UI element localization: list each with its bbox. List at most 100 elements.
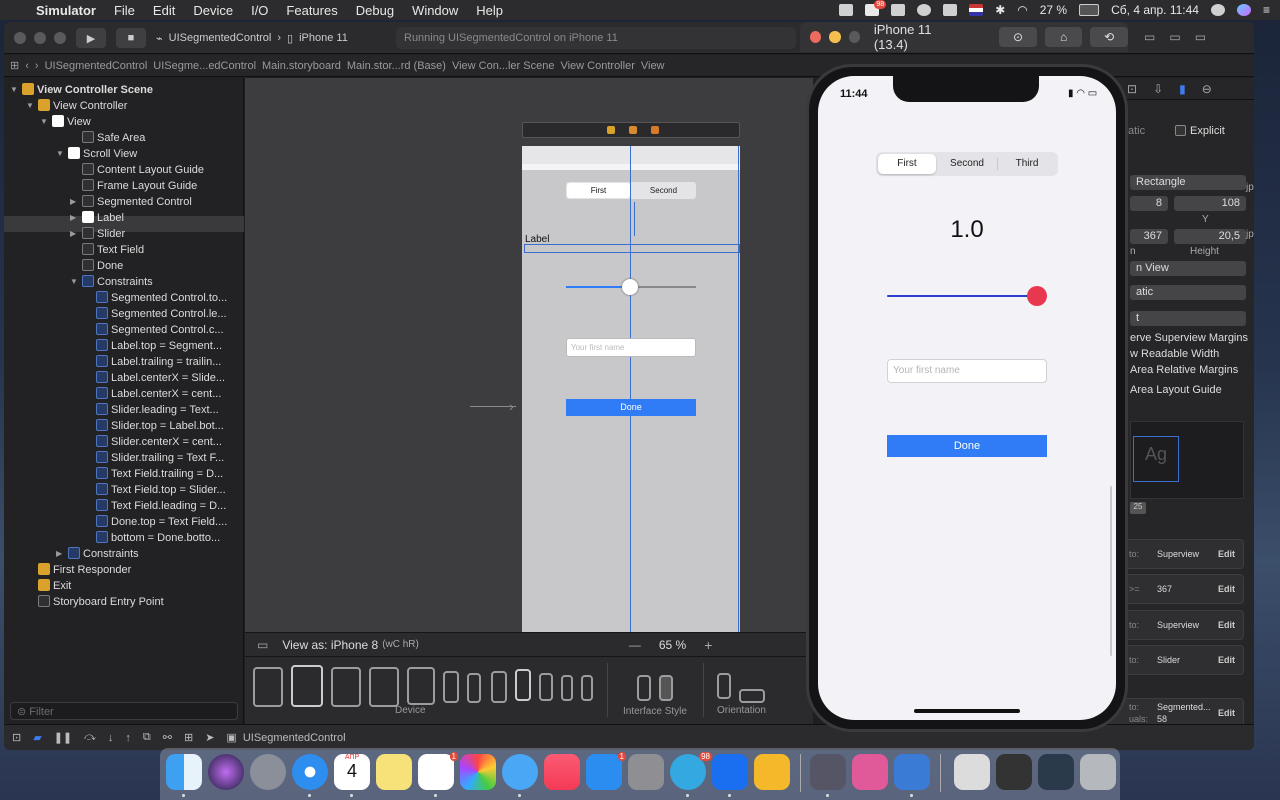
height-field[interactable]: 20,5 [1174, 229, 1246, 244]
tab-attributes-icon[interactable]: ▮ [1179, 82, 1186, 96]
outline-row[interactable]: ▶ Label [70, 210, 124, 226]
clean-my-mac-icon[interactable] [852, 754, 888, 790]
tab-quick-help-icon[interactable]: ⊡ [1127, 82, 1137, 96]
outline-row[interactable]: ▶ Segmented Control [70, 194, 192, 210]
zoom-level[interactable]: 65 % [659, 638, 686, 652]
device-ipad-mini-icon[interactable] [407, 667, 435, 705]
navigator-toggle-icon[interactable]: ▭ [1144, 30, 1155, 46]
outline-row[interactable]: ▶ Slider [70, 226, 125, 242]
zoom-out-button[interactable]: — [629, 638, 641, 652]
calendar-icon[interactable]: АПР 4 [334, 754, 370, 790]
view-debugger-icon[interactable]: ⧉ [143, 731, 151, 744]
disclosure-closed-icon[interactable]: ▶ [70, 226, 76, 242]
clock[interactable]: Сб, 4 апр. 11:44 [1111, 3, 1199, 17]
preview-icon[interactable] [810, 754, 846, 790]
simulator-minimize-button[interactable] [829, 31, 841, 43]
device-iphone-11-icon[interactable] [491, 671, 507, 703]
jumpbar-item-view[interactable]: View [641, 60, 665, 72]
status-app-icon[interactable] [839, 4, 854, 16]
y-field[interactable]: 108 [1174, 196, 1246, 211]
outline-row[interactable]: Text Field.top = Slider... [96, 482, 226, 498]
jumpbar-item-storyboard-base[interactable]: Main.stor...rd (Base) [347, 60, 446, 72]
outline-row[interactable]: Slider.top = Label.bot... [96, 418, 224, 434]
insp-atic-1[interactable]: atic [1128, 125, 1145, 137]
constraint-edit-button[interactable]: Edit [1218, 708, 1235, 718]
storyboard-canvas[interactable]: First Second Label Your first name Done … [245, 78, 813, 656]
jumpbar-item-folder[interactable]: UISegme...edControl [153, 60, 256, 72]
outline-row[interactable]: Segmented Control.c... [96, 322, 224, 338]
location-icon[interactable]: ➤ [205, 731, 214, 744]
x-field[interactable]: 8 [1130, 196, 1168, 211]
launchpad-icon[interactable] [250, 754, 286, 790]
outline-scene-row[interactable]: ▼ View Controller Scene [10, 82, 153, 98]
device-ipad-air-icon[interactable] [331, 667, 361, 707]
device-iphone-11-pro-icon[interactable] [467, 673, 481, 703]
screenshot-button[interactable]: ⊙ [999, 27, 1037, 47]
outline-row[interactable]: Done [82, 258, 123, 274]
related-items-icon[interactable]: ⊞ [10, 59, 19, 72]
zoom-window-button[interactable] [54, 32, 66, 44]
done-button[interactable]: Done [887, 435, 1047, 457]
ib-slider-thumb[interactable] [622, 279, 638, 295]
siri-icon[interactable] [208, 754, 244, 790]
content-mode-popup[interactable]: Rectangle [1130, 175, 1246, 190]
ib-slider-track[interactable] [566, 279, 696, 295]
forward-icon[interactable]: › [35, 60, 39, 72]
jumpbar-item-storyboard[interactable]: Main.storyboard [262, 60, 341, 72]
step-out-icon[interactable]: ↑ [125, 732, 131, 744]
jumpbar-item-project[interactable]: UISegmentedControl [45, 60, 148, 72]
constraint-edit-button[interactable]: Edit [1218, 620, 1235, 630]
menu-debug[interactable]: Debug [356, 3, 394, 18]
outline-row[interactable]: Label.top = Segment... [96, 338, 222, 354]
tab-identity-icon[interactable]: ⇩ [1153, 82, 1163, 96]
slider[interactable] [887, 286, 1047, 306]
outline-row[interactable]: Segmented Control.le... [96, 306, 227, 322]
simulator-dock-icon[interactable] [894, 754, 930, 790]
input-source-flag-icon[interactable] [969, 4, 984, 16]
debug-toggle-icon[interactable]: ▭ [1169, 30, 1180, 46]
music-icon[interactable] [544, 754, 580, 790]
outline-row[interactable]: Slider.trailing = Text F... [96, 450, 224, 466]
xcode-icon[interactable] [712, 754, 748, 790]
option-relative-margins[interactable]: Area Relative Margins [1130, 364, 1238, 376]
search-icon[interactable] [1210, 4, 1225, 16]
filter-field[interactable]: ⊜ Filter [10, 702, 238, 720]
sidebar-toggle-icon[interactable]: ▭ [257, 638, 268, 652]
system-preferences-icon[interactable] [628, 754, 664, 790]
outline-row[interactable]: bottom = Done.botto... [96, 530, 220, 546]
outline-row[interactable]: Text Field.leading = D... [96, 498, 226, 514]
outline-row[interactable]: ▼ View [40, 114, 91, 130]
memory-graph-icon[interactable]: ⚯ [163, 731, 172, 744]
outline-row[interactable]: Safe Area [82, 130, 145, 146]
width-field[interactable]: 367 [1130, 229, 1168, 244]
option-layout-guide[interactable]: Area Layout Guide [1130, 384, 1222, 396]
siri-icon[interactable] [1236, 4, 1251, 16]
rotate-button[interactable]: ⟲ [1090, 27, 1128, 47]
reminders-icon[interactable]: 1 [418, 752, 458, 790]
control-list-icon[interactable]: ≡ [1263, 3, 1270, 17]
outline-row[interactable]: Frame Layout Guide [82, 178, 197, 194]
ib-text-field[interactable]: Your first name [566, 338, 696, 357]
ib-label[interactable]: Label [525, 234, 549, 245]
home-indicator[interactable] [914, 709, 1020, 713]
device-iphone-11-pro-max-icon[interactable] [443, 671, 459, 703]
wifi-icon[interactable]: ◠ [1017, 3, 1027, 17]
sketch-icon[interactable] [754, 754, 790, 790]
view-controller-icon[interactable] [607, 126, 615, 134]
outline-row[interactable]: ▶ Constraints [56, 546, 139, 562]
disclosure-open-icon[interactable]: ▼ [40, 114, 48, 130]
explicit-checkbox[interactable] [1175, 125, 1186, 136]
segment-first[interactable]: First [878, 154, 936, 174]
documents-stack-icon[interactable] [1038, 754, 1074, 790]
step-in-icon[interactable]: ↓ [108, 732, 114, 744]
messages-icon[interactable] [502, 754, 538, 790]
outline-row[interactable]: Content Layout Guide [82, 162, 204, 178]
disclosure-open-icon[interactable]: ▼ [26, 98, 34, 114]
outline-row[interactable]: Slider.leading = Text... [96, 402, 219, 418]
debug-toggle-icon[interactable]: ⊡ [12, 731, 21, 744]
disclosure-closed-icon[interactable]: ▶ [70, 210, 76, 226]
outline-row[interactable]: Exit [38, 578, 71, 594]
disclosure-open-icon[interactable]: ▼ [56, 146, 64, 162]
outline-row[interactable]: Slider.centerX = cent... [96, 434, 222, 450]
segment-second[interactable]: Second [938, 154, 996, 174]
